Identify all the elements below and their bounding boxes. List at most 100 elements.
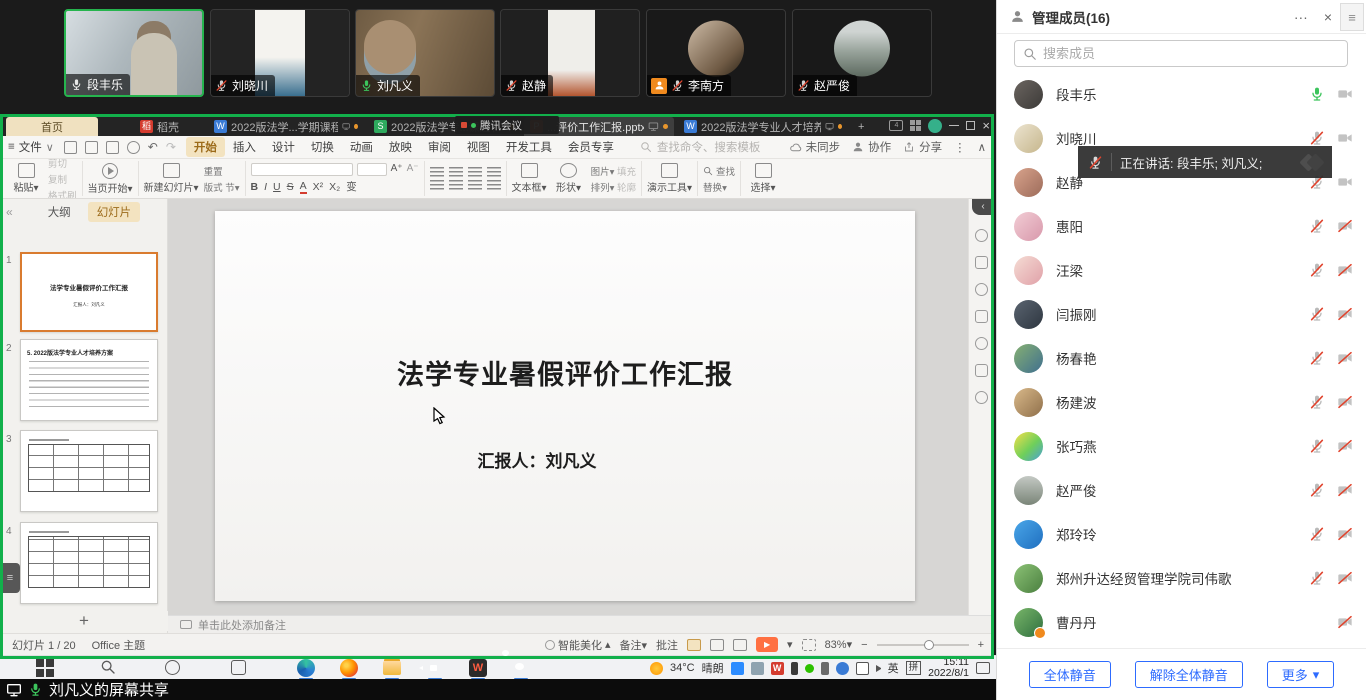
beautify-button[interactable]: 智能美化▴ — [545, 637, 611, 653]
add-slide-button[interactable]: + — [0, 611, 168, 631]
mic-muted-icon[interactable] — [1309, 218, 1325, 234]
camera-off-icon[interactable] — [1337, 306, 1353, 322]
tray-wechat-icon[interactable] — [805, 664, 814, 673]
command-search[interactable]: 查找命令、搜索模板 — [640, 139, 761, 155]
outline-button[interactable]: 轮廓 — [617, 183, 636, 194]
indent-icon[interactable] — [468, 167, 482, 177]
text-effect-button[interactable]: 变 — [346, 179, 357, 194]
align-right-icon[interactable] — [468, 180, 482, 190]
layout-button[interactable]: 版式 — [204, 183, 223, 194]
normal-view-button[interactable] — [687, 639, 701, 651]
camera-icon[interactable] — [1337, 86, 1353, 102]
wps-icon[interactable]: W — [469, 659, 487, 677]
superscript-button[interactable]: X² — [313, 181, 324, 193]
camera-icon[interactable] — [1337, 130, 1353, 146]
bullet-list-icon[interactable] — [430, 167, 444, 177]
camera-off-icon[interactable] — [1337, 262, 1353, 278]
line-spacing-icon[interactable] — [487, 167, 501, 177]
member-row[interactable]: 汪梁 — [997, 248, 1366, 292]
video-tile[interactable]: 刘凡义 — [355, 9, 495, 97]
account-avatar[interactable] — [928, 119, 942, 133]
tab-doc-1[interactable]: W2022版法学...学期课程分配表 — [208, 117, 364, 136]
mic-muted-icon[interactable] — [1309, 438, 1325, 454]
share-button[interactable]: 分享 — [903, 139, 942, 155]
apps-grid-icon[interactable] — [910, 120, 921, 131]
new-tab-button[interactable]: + — [852, 117, 870, 136]
align-center-icon[interactable] — [449, 180, 463, 190]
tab-list-icon[interactable]: 4 — [889, 120, 903, 131]
underline-button[interactable]: U — [273, 181, 281, 193]
find-button[interactable]: 查找 — [716, 164, 735, 178]
video-tile[interactable]: 刘晓川 — [210, 9, 350, 97]
beautify-tool-icon[interactable] — [975, 229, 988, 242]
properties-tool-icon[interactable] — [975, 256, 988, 269]
cut-button[interactable]: 剪切 — [48, 159, 77, 170]
mic-muted-icon[interactable] — [1309, 394, 1325, 410]
copy-button[interactable]: 复制 — [48, 172, 77, 186]
member-row[interactable]: 赵严俊 — [997, 468, 1366, 512]
task-view-icon[interactable] — [231, 660, 246, 675]
mic-muted-icon[interactable] — [1309, 570, 1325, 586]
play-options[interactable]: ▾ — [787, 638, 793, 651]
video-tile[interactable]: 赵静 — [500, 9, 640, 97]
font-family-select[interactable] — [251, 163, 354, 176]
slide-thumb-4[interactable] — [20, 522, 158, 604]
tray-meeting-icon[interactable] — [731, 662, 744, 675]
ribbon-tab-animation[interactable]: 动画 — [342, 137, 381, 157]
zoom-slider[interactable] — [877, 644, 969, 646]
strikethrough-button[interactable]: S — [287, 181, 294, 193]
tab-docer[interactable]: 稻稻壳 — [134, 117, 185, 136]
font-color-button[interactable]: A — [300, 180, 307, 194]
cortana-icon[interactable] — [165, 660, 180, 675]
camera-off-icon[interactable] — [1337, 482, 1353, 498]
taskbar-search-icon[interactable] — [100, 659, 118, 677]
mic-muted-icon[interactable] — [1309, 262, 1325, 278]
print-icon[interactable] — [106, 141, 119, 154]
tray-volume-icon[interactable] — [876, 665, 881, 672]
member-row[interactable]: 郑玲玲 — [997, 512, 1366, 556]
mic-on-icon[interactable] — [1309, 86, 1325, 102]
sorter-view-button[interactable] — [710, 639, 724, 651]
collapse-ribbon[interactable]: ∧ — [978, 140, 986, 154]
tray-phone-icon[interactable] — [791, 662, 798, 675]
camera-off-icon[interactable] — [1337, 438, 1353, 454]
justify-icon[interactable] — [487, 180, 501, 190]
camera-icon[interactable] — [1337, 174, 1353, 190]
sync-status[interactable]: 未同步 — [789, 139, 841, 155]
weather-icon[interactable] — [650, 662, 663, 675]
more-actions-button[interactable]: 更多▾ — [1267, 661, 1335, 688]
select-button[interactable]: 选择▾ — [746, 163, 780, 194]
reset-button[interactable]: 重置 — [204, 164, 240, 178]
tray-drive-icon[interactable] — [751, 662, 764, 675]
format-painter-button[interactable]: 格式刷 — [48, 188, 77, 200]
edge-icon[interactable] — [297, 659, 315, 677]
slide-thumb-3[interactable] — [20, 430, 158, 512]
ribbon-tab-transition[interactable]: 切换 — [303, 137, 342, 157]
replace-button[interactable]: 替换 — [703, 183, 722, 194]
expand-sidebar-button[interactable]: ‹ — [972, 199, 994, 215]
zoom-in-button[interactable]: + — [978, 639, 984, 651]
save-icon[interactable] — [64, 141, 77, 154]
video-tile[interactable]: 段丰乐 — [64, 9, 204, 97]
section-button[interactable]: 节 — [225, 183, 235, 194]
member-search-box[interactable] — [1014, 40, 1348, 67]
firefox-icon[interactable] — [340, 659, 358, 677]
notes-bar[interactable]: 单击此处添加备注 — [168, 615, 994, 633]
align-left-icon[interactable] — [430, 180, 444, 190]
close-button[interactable]: × — [982, 118, 990, 133]
camera-off-icon[interactable] — [1337, 526, 1353, 542]
weather-temp[interactable]: 34°C — [670, 662, 695, 674]
picture-button[interactable]: 图片 — [591, 167, 610, 178]
zoom-level[interactable]: 83%▾ — [825, 638, 853, 651]
ribbon-tab-slideshow[interactable]: 放映 — [381, 137, 420, 157]
shape-button[interactable]: 形状▾ — [552, 163, 586, 194]
mic-muted-icon[interactable] — [1309, 306, 1325, 322]
member-row[interactable]: 杨建波 — [997, 380, 1366, 424]
ribbon-tab-start[interactable]: 开始 — [186, 137, 225, 157]
paste-button[interactable]: 粘贴▾ — [9, 163, 43, 194]
ribbon-tab-view[interactable]: 视图 — [459, 137, 498, 157]
redo-icon[interactable]: ↷ — [166, 140, 176, 154]
font-size-select[interactable] — [357, 163, 387, 176]
subscript-button[interactable]: X₂ — [329, 181, 340, 193]
arrange-button[interactable]: 排列 — [591, 183, 610, 194]
